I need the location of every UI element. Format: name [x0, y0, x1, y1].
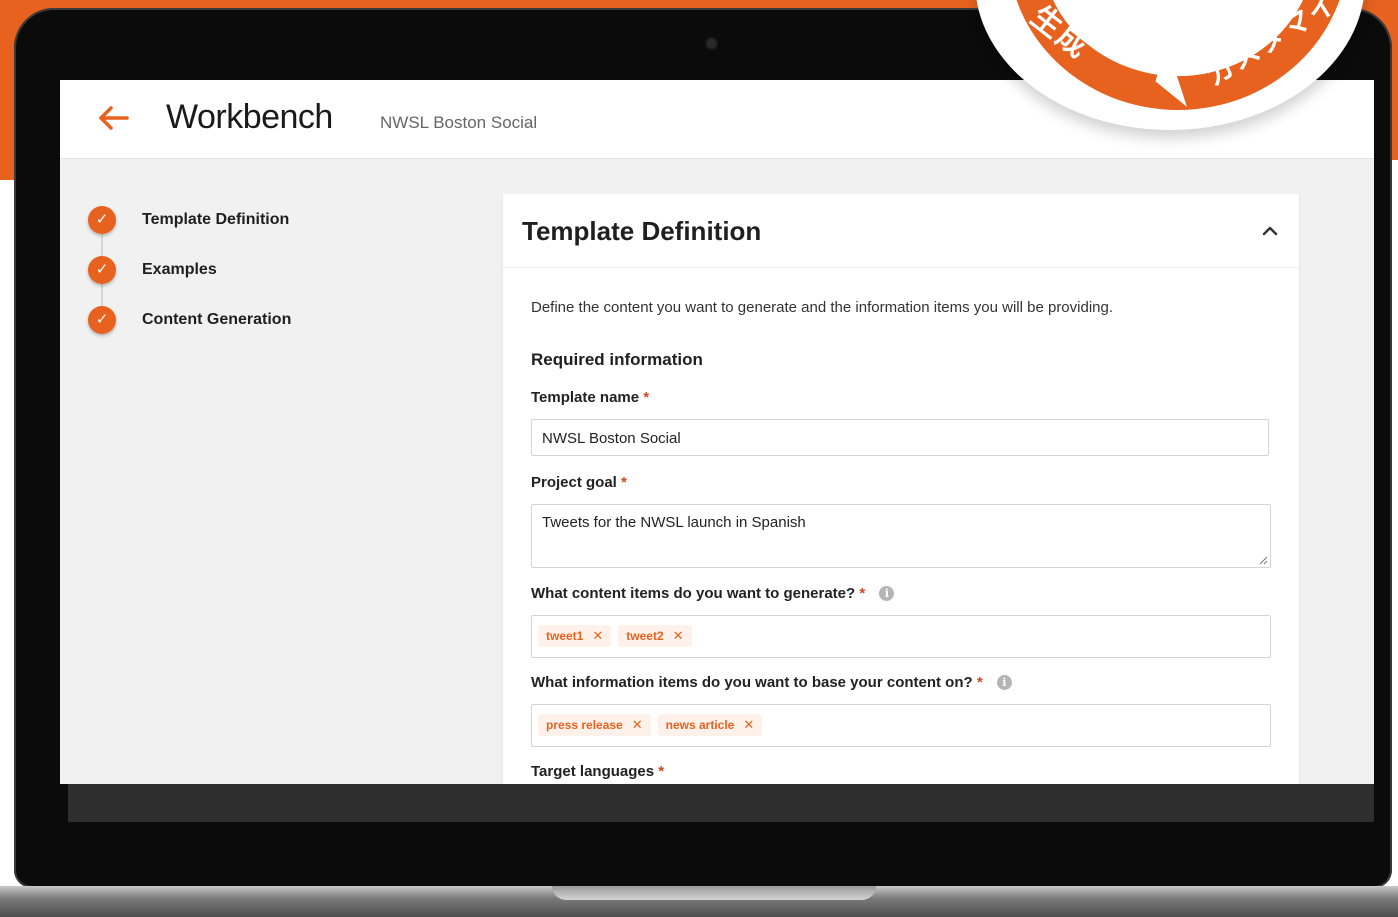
- tag-label: tweet2: [626, 629, 664, 643]
- textarea-value: Tweets for the NWSL launch in Spanish: [542, 514, 806, 531]
- check-icon: ✓: [88, 206, 116, 234]
- label-text: Template name: [531, 389, 640, 406]
- step-label: Content Generation: [142, 311, 292, 328]
- label-text: Project goal: [531, 474, 617, 491]
- chevron-up-icon[interactable]: [1259, 220, 1281, 242]
- template-definition-panel: Template Definition Define the content y…: [503, 194, 1299, 784]
- step-template-definition[interactable]: ✓ Template Definition: [88, 206, 448, 234]
- close-icon[interactable]: ✕: [673, 628, 684, 643]
- step-label: Examples: [142, 261, 217, 278]
- project-subtitle: NWSL Boston Social: [380, 113, 538, 132]
- check-icon: ✓: [88, 306, 116, 334]
- panel-title: Template Definition: [522, 216, 762, 246]
- information-items-tag-input[interactable]: press release ✕ news article ✕: [531, 704, 1271, 747]
- label-text: What information items do you want to ba…: [531, 674, 973, 691]
- required-mark: *: [859, 585, 866, 602]
- template-name-input[interactable]: NWSL Boston Social: [531, 419, 1269, 456]
- content-items-label: What content items do you want to genera…: [531, 584, 895, 604]
- required-mark: *: [658, 763, 665, 780]
- step-content-generation[interactable]: ✓ Content Generation: [88, 306, 448, 334]
- info-icon[interactable]: i: [879, 586, 895, 601]
- project-goal-textarea[interactable]: Tweets for the NWSL launch in Spanish: [531, 504, 1271, 568]
- tag-press-release[interactable]: press release ✕: [538, 714, 651, 736]
- step-label: Template Definition: [142, 211, 290, 228]
- section-heading: Required information: [531, 350, 703, 369]
- close-icon[interactable]: ✕: [632, 717, 643, 732]
- project-goal-label: Project goal *: [531, 473, 627, 493]
- info-icon[interactable]: i: [996, 675, 1012, 690]
- step-examples[interactable]: ✓ Examples: [88, 256, 448, 284]
- webcam: [707, 39, 716, 48]
- panel-header[interactable]: Template Definition: [503, 194, 1299, 268]
- tag-label: press release: [546, 718, 623, 732]
- panel-description: Define the content you want to generate …: [531, 299, 1114, 316]
- target-languages-label: Target languages *: [531, 762, 664, 782]
- resize-handle-icon[interactable]: [1258, 555, 1268, 565]
- template-name-label: Template name *: [531, 388, 649, 408]
- required-mark: *: [643, 389, 650, 406]
- information-items-label: What information items do you want to ba…: [531, 673, 1012, 693]
- content-items-tag-input[interactable]: tweet1 ✕ tweet2 ✕: [531, 615, 1271, 658]
- tag-label: tweet1: [546, 629, 584, 643]
- tag-news-article[interactable]: news article ✕: [657, 714, 763, 736]
- check-icon: ✓: [88, 256, 116, 284]
- required-mark: *: [621, 474, 627, 491]
- required-mark: *: [976, 674, 983, 691]
- tag-tweet2[interactable]: tweet2 ✕: [618, 625, 692, 647]
- arrow-left-icon[interactable]: [96, 100, 132, 136]
- label-text: Target languages: [531, 763, 655, 780]
- close-icon[interactable]: ✕: [743, 717, 754, 732]
- app-screen: Workbench NWSL Boston Social ✓ Template …: [60, 80, 1374, 784]
- laptop-hinge-notch: [552, 886, 876, 900]
- page-title: Workbench: [166, 98, 333, 136]
- tag-tweet1[interactable]: tweet1 ✕: [538, 625, 612, 647]
- label-text: What content items do you want to genera…: [531, 585, 856, 602]
- close-icon[interactable]: ✕: [592, 628, 603, 643]
- tag-label: news article: [665, 718, 735, 732]
- screen-bottom-strip: [68, 784, 1374, 822]
